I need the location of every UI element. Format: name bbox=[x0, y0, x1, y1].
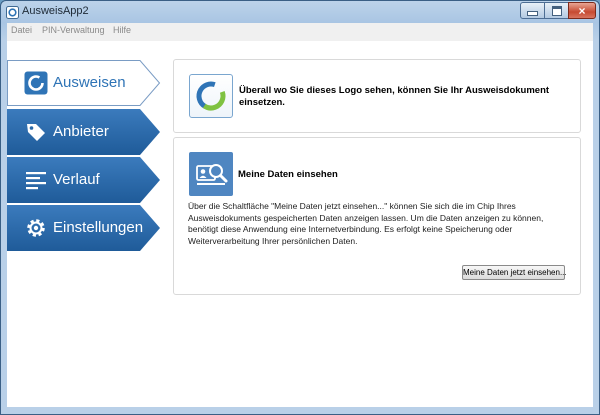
menu-bar: Datei PIN-Verwaltung Hilfe bbox=[7, 23, 593, 42]
window-title: AusweisApp2 bbox=[22, 5, 89, 17]
ausweisen-logo-icon bbox=[24, 71, 48, 95]
app-icon bbox=[6, 6, 19, 19]
nav-tab-ausweisen[interactable]: Ausweisen bbox=[7, 60, 161, 106]
id-card-search-icon bbox=[189, 152, 233, 196]
nav-label-verlauf: Verlauf bbox=[53, 171, 100, 188]
ausweis-logo bbox=[189, 74, 233, 118]
list-icon bbox=[26, 172, 46, 190]
title-bar[interactable]: AusweisApp2 × bbox=[1, 1, 599, 23]
gear-icon bbox=[27, 219, 45, 237]
feature-card: Meine Daten einsehen Über die Schaltfläc… bbox=[173, 137, 581, 295]
close-button[interactable]: × bbox=[568, 2, 596, 19]
nav-label-ausweisen: Ausweisen bbox=[53, 74, 126, 91]
app-window: AusweisApp2 × Datei PIN-Verwaltung Hilfe… bbox=[0, 0, 600, 415]
info-text: Überall wo Sie dieses Logo sehen, können… bbox=[239, 85, 550, 108]
ausweis-logo-icon bbox=[196, 81, 226, 111]
nav-tab-anbieter[interactable]: Anbieter bbox=[7, 109, 160, 155]
nav-tab-einstellungen[interactable]: Einstellungen bbox=[7, 205, 160, 251]
minimize-icon bbox=[527, 11, 538, 16]
menu-pin-verwaltung[interactable]: PIN-Verwaltung bbox=[42, 25, 105, 35]
menu-datei[interactable]: Datei bbox=[11, 25, 32, 35]
view-data-button[interactable]: Meine Daten jetzt einsehen... bbox=[462, 265, 567, 280]
feature-title: Meine Daten einsehen bbox=[238, 169, 338, 180]
nav-label-anbieter: Anbieter bbox=[53, 123, 109, 140]
maximize-icon bbox=[551, 5, 562, 16]
maximize-button[interactable] bbox=[544, 2, 569, 19]
info-card: Überall wo Sie dieses Logo sehen, können… bbox=[173, 59, 581, 133]
menu-hilfe[interactable]: Hilfe bbox=[113, 25, 131, 35]
close-icon: × bbox=[578, 3, 586, 18]
nav-label-einstellungen: Einstellungen bbox=[53, 219, 144, 236]
main-content: Ausweisen Anbieter Verlauf Einstellungen… bbox=[7, 41, 593, 407]
nav-tab-verlauf[interactable]: Verlauf bbox=[7, 157, 160, 203]
tag-icon bbox=[27, 124, 45, 141]
minimize-button[interactable] bbox=[520, 2, 545, 19]
feature-description: Über die Schaltfläche "Meine Daten jetzt… bbox=[188, 201, 544, 246]
